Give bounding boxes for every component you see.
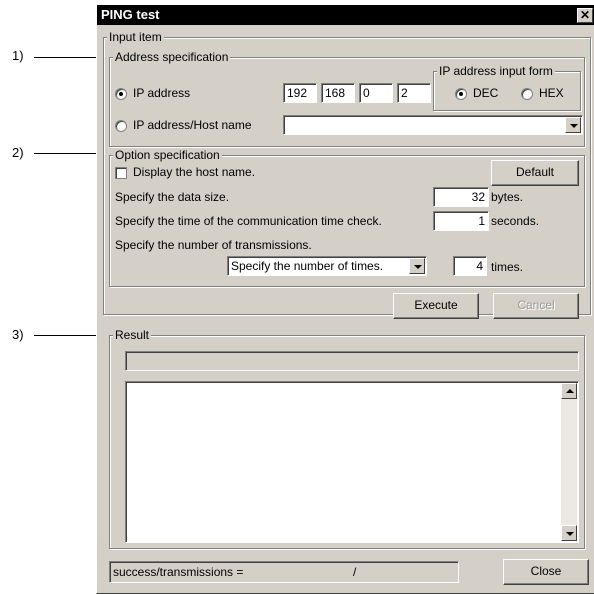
chevron-up-icon [566,389,574,393]
window-title: PING test [101,7,160,22]
ip-input-form-legend: IP address input form [437,64,555,78]
transmissions-mode-dropdown-button[interactable] [409,258,425,274]
summary-label: success/transmissions = [113,565,244,579]
transmissions-label: Specify the number of transmissions. [115,238,312,252]
host-name-label: IP address/Host name [133,118,252,132]
ip-octet-4[interactable]: 2 [397,83,431,103]
host-name-radio[interactable] [115,120,127,132]
scroll-up-button[interactable] [561,383,577,399]
close-icon[interactable]: ✕ [577,8,593,23]
chevron-down-icon [570,124,578,128]
host-name-dropdown-button[interactable] [565,117,581,133]
transmissions-unit: times. [491,260,524,274]
execute-button[interactable]: Execute [393,293,479,319]
radio-selected-dot [459,92,463,96]
cancel-button: Cancel [493,293,579,319]
ip-address-radio[interactable] [115,88,127,100]
transmissions-count-input[interactable]: 4 [453,256,487,276]
callout-2: 2) [12,145,24,160]
scroll-down-button[interactable] [561,525,577,541]
hex-radio[interactable] [521,88,533,100]
result-scrollbar[interactable] [561,383,577,541]
check-time-unit: seconds. [491,214,540,228]
result-log-area[interactable] [125,381,579,543]
display-host-label: Display the host name. [133,165,256,179]
ping-test-dialog: PING test ✕ Input item Address specifica… [96,4,594,594]
callout-1: 1) [12,48,24,63]
hex-label: HEX [539,86,564,100]
ip-octet-3[interactable]: 0 [359,83,393,103]
display-host-checkbox[interactable] [115,167,127,179]
chevron-down-icon [566,532,574,536]
host-name-combo[interactable] [283,115,583,135]
summary-field: success/transmissions = / [109,561,459,583]
check-time-input[interactable]: 1 [433,211,489,231]
result-status-field [125,351,579,371]
data-size-input[interactable]: 32 [433,187,489,207]
check-time-label: Specify the time of the communication ti… [115,214,382,228]
chevron-down-icon [414,265,422,269]
address-spec-legend: Address specification [113,50,231,64]
summary-separator: / [353,565,357,579]
ip-octet-2[interactable]: 168 [321,83,355,103]
default-button[interactable]: Default [491,160,579,186]
dec-radio[interactable] [455,88,467,100]
radio-selected-dot [119,92,123,96]
dec-label: DEC [473,86,499,100]
result-legend: Result [113,328,152,342]
transmissions-mode-combo[interactable]: Specify the number of times. [227,256,427,276]
input-item-legend: Input item [107,30,164,44]
close-button[interactable]: Close [503,559,589,585]
data-size-unit: bytes. [491,190,524,204]
callout-3: 3) [12,327,24,342]
data-size-label: Specify the data size. [115,190,230,204]
title-bar: PING test ✕ [97,5,594,25]
ip-address-label: IP address [133,86,191,100]
option-spec-legend: Option specification [113,148,222,162]
ip-octet-1[interactable]: 192 [283,83,317,103]
